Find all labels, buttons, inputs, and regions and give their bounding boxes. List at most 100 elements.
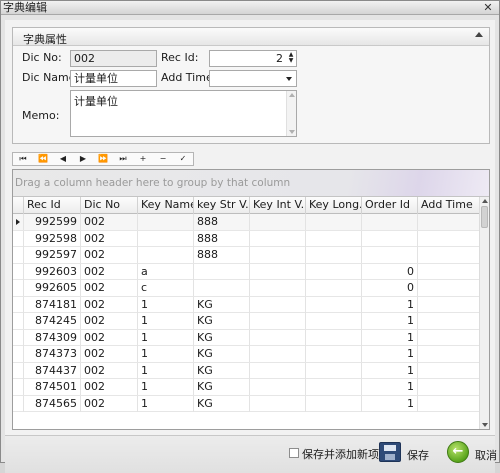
table-row[interactable]: 992599 002 888 [13,214,481,231]
cell-order-id[interactable] [362,247,418,263]
title-bar[interactable]: 字典编辑 ✕ [1,1,499,15]
cell-key-name[interactable]: a [138,263,194,280]
cell-rec-id[interactable]: 992597 [24,247,81,263]
next-record-icon[interactable]: ▶ [73,153,93,165]
cell-key-int-value[interactable] [250,280,306,296]
cell-key-str-value[interactable]: KG [194,313,250,329]
save-and-add-new-label[interactable]: 保存并添加新项 [302,446,379,462]
cell-key-str-value[interactable]: KG [194,362,250,379]
dic-name-field[interactable]: 计量单位 [70,70,157,87]
add-record-icon[interactable]: + [133,153,153,165]
delete-record-icon[interactable]: − [153,153,173,165]
cell-key-str-value[interactable]: KG [194,346,250,362]
cell-order-id[interactable]: 1 [362,296,418,313]
cancel-button[interactable]: ← 取消 [447,440,500,466]
rec-id-spinner[interactable]: 2 ▲ ▼ [209,50,297,67]
cell-key-long-value[interactable] [306,280,362,296]
cell-key-long-value[interactable] [306,362,362,379]
cell-key-str-value[interactable]: KG [194,379,250,395]
table-row[interactable]: 874437 002 1 KG 1 [13,362,481,379]
cell-key-str-value[interactable]: KG [194,329,250,346]
last-record-icon[interactable]: ⏭ [113,153,133,165]
previous-page-icon[interactable]: ⏪ [33,153,53,165]
cell-add-time[interactable] [418,296,481,313]
cell-rec-id[interactable]: 992599 [24,214,81,230]
cell-key-name[interactable]: c [138,280,194,296]
cell-key-str-value[interactable]: 888 [194,247,250,263]
cell-key-str-value[interactable]: KG [194,395,250,412]
cell-key-long-value[interactable] [306,263,362,280]
cell-key-long-value[interactable] [306,395,362,412]
table-row[interactable]: 992603 002 a 0 [13,263,481,280]
cell-key-name[interactable]: 1 [138,296,194,313]
column-header-dic-no[interactable]: Dic No [81,197,138,214]
cell-order-id[interactable]: 0 [362,280,418,296]
cell-key-str-value[interactable] [194,280,250,296]
cell-rec-id[interactable]: 874309 [24,329,81,346]
dic-no-field[interactable]: 002 [70,50,157,67]
cell-rec-id[interactable]: 874245 [24,313,81,329]
cell-key-long-value[interactable] [306,313,362,329]
table-row[interactable]: 874245 002 1 KG 1 [13,313,481,330]
column-header-key-name[interactable]: Key Name [138,197,194,214]
table-row[interactable]: 992605 002 c 0 [13,280,481,297]
cell-key-long-value[interactable] [306,296,362,313]
cell-rec-id[interactable]: 874181 [24,296,81,313]
cell-dic-no[interactable]: 002 [81,329,138,346]
column-header-order-id[interactable]: Order Id [362,197,418,214]
cell-add-time[interactable] [418,395,481,412]
cell-key-int-value[interactable] [250,230,306,247]
cell-dic-no[interactable]: 002 [81,346,138,362]
cell-key-long-value[interactable] [306,329,362,346]
cell-key-name[interactable] [138,247,194,263]
cell-key-int-value[interactable] [250,395,306,412]
cell-dic-no[interactable]: 002 [81,214,138,230]
column-header-add-time[interactable]: Add Time [418,197,481,214]
post-edit-icon[interactable]: ✓ [173,153,193,165]
table-row[interactable]: 874373 002 1 KG 1 [13,346,481,363]
group-by-panel[interactable]: Drag a column header here to group by th… [13,170,489,197]
cell-rec-id[interactable]: 874437 [24,362,81,379]
scroll-up-icon[interactable] [482,199,488,203]
cell-rec-id[interactable]: 992605 [24,280,81,296]
cell-key-long-value[interactable] [306,230,362,247]
cell-key-int-value[interactable] [250,263,306,280]
column-header-rec-id[interactable]: Rec Id [24,197,81,214]
cell-dic-no[interactable]: 002 [81,280,138,296]
scroll-down-icon[interactable] [482,423,488,427]
cell-dic-no[interactable]: 002 [81,230,138,247]
dropdown-arrow-icon[interactable] [286,77,292,81]
cell-add-time[interactable] [418,346,481,362]
next-page-icon[interactable]: ⏩ [93,153,113,165]
cell-dic-no[interactable]: 002 [81,395,138,412]
cell-order-id[interactable] [362,214,418,230]
previous-record-icon[interactable]: ◀ [53,153,73,165]
cell-key-name[interactable] [138,230,194,247]
cell-add-time[interactable] [418,329,481,346]
table-row[interactable]: 992597 002 888 [13,247,481,264]
cell-key-name[interactable]: 1 [138,362,194,379]
cell-order-id[interactable]: 1 [362,379,418,395]
cell-dic-no[interactable]: 002 [81,247,138,263]
cell-key-int-value[interactable] [250,296,306,313]
scroll-thumb[interactable] [481,206,488,228]
add-time-combo[interactable] [209,70,297,87]
table-row[interactable]: 992598 002 888 [13,230,481,247]
cell-add-time[interactable] [418,230,481,247]
column-header-key-long-value[interactable]: Key Long... [306,197,362,214]
cell-rec-id[interactable]: 874565 [24,395,81,412]
cell-key-name[interactable]: 1 [138,329,194,346]
cell-add-time[interactable] [418,280,481,296]
cell-dic-no[interactable]: 002 [81,362,138,379]
cell-order-id[interactable]: 1 [362,329,418,346]
cell-key-long-value[interactable] [306,346,362,362]
collapse-chevron-icon[interactable] [475,32,483,37]
spin-arrows-icon[interactable]: ▲ ▼ [287,52,295,65]
cell-rec-id[interactable]: 992598 [24,230,81,247]
cell-add-time[interactable] [418,214,481,230]
cell-key-name[interactable] [138,214,194,230]
cell-key-int-value[interactable] [250,214,306,230]
memo-field[interactable]: 计量单位 [70,90,297,137]
cell-rec-id[interactable]: 874501 [24,379,81,395]
cell-key-long-value[interactable] [306,214,362,230]
